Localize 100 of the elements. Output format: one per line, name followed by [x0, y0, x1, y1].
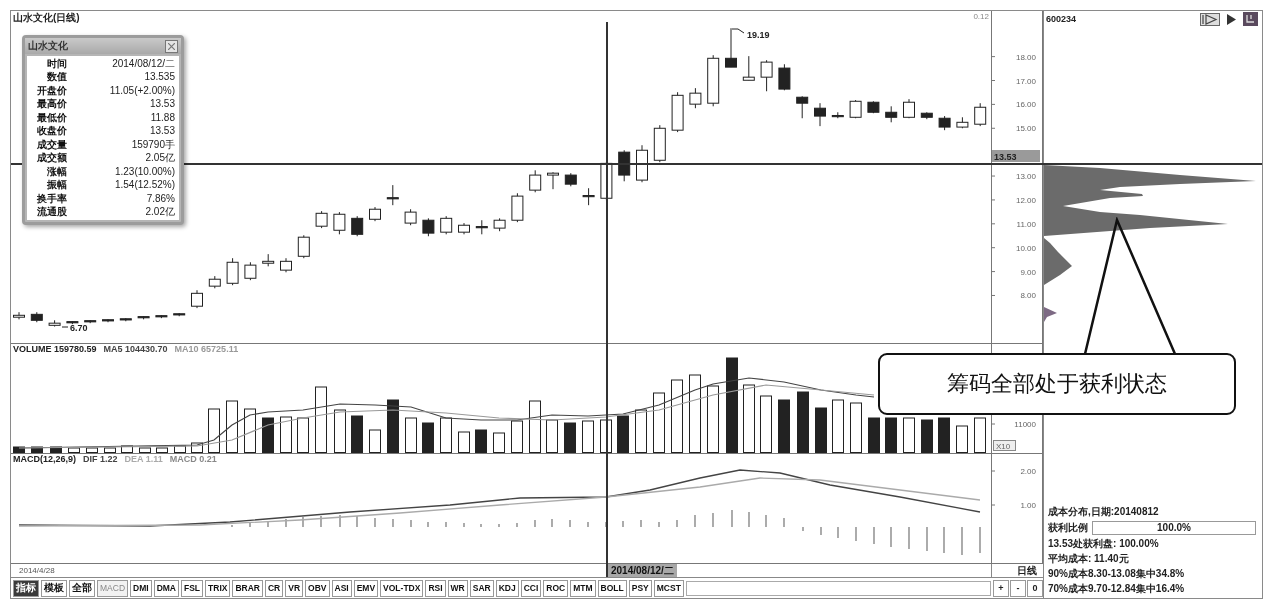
volume-bar: [351, 415, 363, 453]
indicator-tab[interactable]: EMV: [353, 579, 379, 597]
volume-bar: [262, 417, 274, 453]
field-value: 7.86%: [146, 192, 175, 205]
candlestick: [885, 105, 898, 123]
candlestick: [849, 99, 862, 119]
candlestick: [974, 102, 987, 127]
candlestick: [742, 55, 755, 81]
close-button[interactable]: [165, 39, 178, 53]
candlestick: [369, 206, 381, 222]
candlestick: [48, 319, 61, 327]
volume-bar: [815, 407, 827, 453]
candlestick: [903, 98, 915, 119]
price-axis-label: 12.00: [1015, 195, 1036, 205]
candlestick: [707, 54, 720, 107]
leader-line: [731, 28, 745, 34]
volume-bar: [156, 447, 168, 453]
indicator-tab[interactable]: DMA: [153, 579, 179, 597]
candlestick: [529, 169, 542, 193]
indicator-tab[interactable]: MCST: [653, 579, 684, 597]
mode-tab[interactable]: 全部: [69, 579, 95, 597]
zoom-button[interactable]: +: [993, 579, 1009, 597]
indicator-tab[interactable]: DMI: [130, 579, 152, 597]
square-tile-icon[interactable]: [1243, 12, 1258, 26]
indicator-tab[interactable]: PSY: [628, 579, 652, 597]
field-label: 开盘价: [36, 84, 67, 97]
cost-distribution-title: 成本分布,日期:20140812: [1048, 506, 1160, 518]
triangle-box-icon[interactable]: [1200, 12, 1220, 26]
indicator-tab[interactable]: VR: [285, 579, 304, 597]
candlestick: [315, 210, 328, 229]
candlestick: [351, 215, 364, 237]
volume-bar: [582, 420, 594, 453]
candlestick: [814, 102, 826, 127]
candlestick: [244, 261, 257, 281]
indicator-tab[interactable]: SAR: [469, 579, 494, 597]
mode-tab[interactable]: 指标: [13, 579, 39, 597]
volume-bar: [546, 419, 558, 453]
field-label: 最高价: [36, 98, 67, 111]
field-value: 1.54(12.52%): [114, 179, 175, 192]
price-axis-label: 18.00: [1015, 52, 1036, 62]
volume-bar: [475, 429, 487, 453]
price-axis-label: 15.00: [1015, 124, 1036, 134]
indicator-tab[interactable]: OBV: [305, 579, 330, 597]
indicator-tab[interactable]: CR: [265, 579, 284, 597]
volume-bar: [297, 417, 309, 453]
candlestick: [102, 318, 114, 323]
cost-stat-line: 平均成本: 11.40元: [1048, 553, 1130, 565]
candlestick: [671, 91, 684, 133]
volume-bar: [369, 429, 381, 453]
cost-stat-line: 13.53处获利盘: 100.00%: [1048, 538, 1160, 550]
field-value: 2.02亿: [145, 206, 175, 219]
field-label: 数值: [46, 71, 67, 84]
candlestick: [475, 219, 488, 235]
candlestick: [547, 171, 559, 190]
legend-value: DEA 1.11: [124, 454, 163, 465]
indicator-tab[interactable]: WR: [447, 579, 468, 597]
cursor-date-label: 2014/08/12/二: [608, 564, 677, 577]
field-label: 涨幅: [46, 165, 67, 178]
mode-tab[interactable]: 模板: [41, 579, 67, 597]
candlestick: [938, 115, 951, 131]
indicator-tab[interactable]: KDJ: [495, 579, 519, 597]
candlestick: [404, 208, 417, 226]
candlestick: [493, 217, 506, 232]
zoom-button[interactable]: 0: [1027, 579, 1043, 597]
indicator-tab[interactable]: BOLL: [597, 579, 627, 597]
indicator-tab[interactable]: FSL: [181, 579, 204, 597]
play-icon[interactable]: [1227, 13, 1236, 25]
volume-axis-label: 11000: [1014, 420, 1036, 429]
start-date-label: 2014/4/28: [19, 565, 55, 576]
candlestick: [262, 253, 275, 267]
candlestick: [867, 100, 880, 114]
volume-bar: [868, 417, 880, 453]
volume-bar: [68, 447, 80, 453]
indicator-tab[interactable]: ROC: [543, 579, 569, 597]
volume-bar: [921, 419, 933, 453]
indicator-tab[interactable]: ASI: [331, 579, 352, 597]
popup-title: 山水文化: [28, 40, 68, 52]
indicator-tab[interactable]: RSI: [425, 579, 446, 597]
candlestick: [778, 63, 791, 91]
zoom-button[interactable]: -: [1010, 579, 1026, 597]
volume-bar: [315, 386, 327, 453]
volume-bar: [832, 399, 844, 453]
macd-axis-label: 2.00: [1020, 467, 1036, 476]
field-value: 11.05(+2.00%): [109, 84, 175, 97]
field-value: 159790手: [131, 138, 175, 151]
indicator-tab[interactable]: VOL-TDX: [380, 579, 424, 597]
indicator-tab[interactable]: CCI: [520, 579, 542, 597]
field-value: 2014/08/12/二: [112, 57, 175, 70]
field-label: 换手率: [36, 192, 67, 205]
indicator-tab[interactable]: TRIX: [205, 579, 231, 597]
field-label: 时间: [46, 57, 67, 70]
indicator-tab[interactable]: BRAR: [232, 579, 263, 597]
candlestick: [191, 289, 203, 309]
field-value: 13.535: [144, 71, 175, 84]
field-value: 13.53: [149, 125, 175, 138]
volume-bar: [797, 391, 809, 453]
candlestick: [956, 116, 969, 129]
candlestick: [66, 320, 79, 325]
indicator-tab[interactable]: MTM: [570, 579, 596, 597]
candlestick: [208, 275, 221, 289]
